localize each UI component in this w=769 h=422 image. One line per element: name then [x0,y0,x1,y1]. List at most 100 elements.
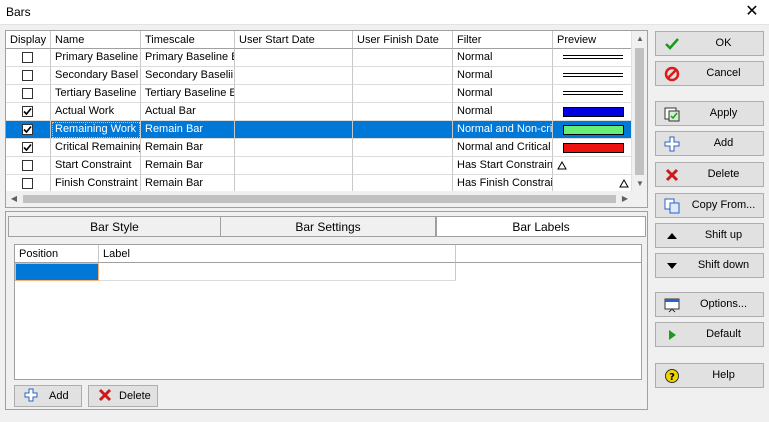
preview-cell[interactable] [553,85,633,103]
user-finish-date-cell[interactable] [353,103,453,121]
table-row[interactable]: Remaining Work Remain Bar Normal and Non-c… [6,121,633,139]
table-row[interactable]: Primary Baseline Primary Baseline B Normal [6,49,633,67]
name-cell[interactable]: Secondary Basel [51,67,141,85]
apply-button[interactable]: Apply [655,101,764,126]
user-finish-date-cell[interactable] [353,85,453,103]
display-checkbox[interactable] [22,142,33,153]
labels-delete-button[interactable]: Delete [88,385,158,407]
display-checkbox[interactable] [22,106,33,117]
bar-labels-grid[interactable]: Position Label [14,244,642,380]
vertical-scroll-thumb[interactable] [635,48,644,175]
table-row[interactable]: Start Constraint Remain Bar Has Start Cons… [6,157,633,175]
tab-bar-labels[interactable]: Bar Labels [436,216,646,237]
filter-cell[interactable]: Normal [453,67,553,85]
scroll-down-icon[interactable]: ▼ [632,176,647,192]
cancel-button[interactable]: Cancel [655,61,764,86]
tab-bar-style[interactable]: Bar Style [8,216,221,237]
name-cell[interactable]: Tertiary Baseline [51,85,141,103]
filter-cell[interactable]: Normal and Critical [453,139,553,157]
labels-add-button[interactable]: Add [14,385,82,407]
add-button[interactable]: Add [655,131,764,156]
preview-cell[interactable] [553,49,633,67]
display-cell[interactable] [6,49,51,67]
column-header-name[interactable]: Name [51,31,141,49]
options-button[interactable]: Options... [655,292,764,317]
delete-button[interactable]: Delete [655,162,764,187]
display-checkbox[interactable] [22,124,33,135]
display-checkbox[interactable] [22,52,33,63]
filter-cell[interactable]: Normal and Non-cri [453,121,553,139]
name-cell[interactable]: Primary Baseline [51,49,141,67]
user-start-date-cell[interactable] [235,157,353,175]
display-cell[interactable] [6,85,51,103]
display-cell[interactable] [6,139,51,157]
horizontal-scrollbar[interactable]: ◀ ▶ [6,191,633,207]
timescale-cell[interactable]: Remain Bar [141,157,235,175]
user-start-date-cell[interactable] [235,139,353,157]
help-button[interactable]: ? Help [655,363,764,388]
column-header-display[interactable]: Display [6,31,51,49]
display-checkbox[interactable] [22,178,33,189]
table-row[interactable]: Secondary Basel Secondary Baselii Normal [6,67,633,85]
table-row[interactable]: Critical Remaining Remain Bar Normal and C… [6,139,633,157]
default-button[interactable]: Default [655,322,764,347]
display-checkbox[interactable] [22,88,33,99]
copy-from-button[interactable]: Copy From... [655,193,764,218]
preview-cell[interactable] [553,103,633,121]
name-cell[interactable]: Remaining Work [51,121,141,139]
timescale-cell[interactable]: Remain Bar [141,139,235,157]
display-cell[interactable] [6,67,51,85]
scroll-left-icon[interactable]: ◀ [6,191,22,207]
user-finish-date-cell[interactable] [353,67,453,85]
preview-cell[interactable] [553,67,633,85]
filter-cell[interactable]: Has Start Constrain [453,157,553,175]
scroll-up-icon[interactable]: ▲ [632,31,647,47]
user-start-date-cell[interactable] [235,103,353,121]
column-header-preview[interactable]: Preview [553,31,633,49]
position-cell[interactable] [15,263,99,281]
vertical-scrollbar[interactable]: ▲ ▼ [631,31,647,192]
display-checkbox[interactable] [22,160,33,171]
filter-cell[interactable]: Normal [453,49,553,67]
preview-cell[interactable] [553,139,633,157]
ok-button[interactable]: OK [655,31,764,56]
label-cell[interactable] [99,263,456,281]
user-start-date-cell[interactable] [235,121,353,139]
column-header-timescale[interactable]: Timescale [141,31,235,49]
user-start-date-cell[interactable] [235,67,353,85]
display-cell[interactable] [6,121,51,139]
user-finish-date-cell[interactable] [353,49,453,67]
timescale-cell[interactable]: Primary Baseline B [141,49,235,67]
table-row[interactable]: Tertiary Baseline Tertiary Baseline B Norm… [6,85,633,103]
user-start-date-cell[interactable] [235,49,353,67]
timescale-cell[interactable]: Secondary Baselii [141,67,235,85]
bars-grid[interactable]: Display Name Timescale User Start Date U… [5,30,648,208]
table-row[interactable]: Actual Work Actual Bar Normal [6,103,633,121]
user-finish-date-cell[interactable] [353,121,453,139]
close-icon[interactable]: ✕ [743,2,761,22]
column-header-user-finish-date[interactable]: User Finish Date [353,31,453,49]
tab-bar-settings[interactable]: Bar Settings [220,216,436,237]
user-finish-date-cell[interactable] [353,157,453,175]
column-header-filter[interactable]: Filter [453,31,553,49]
filter-cell[interactable]: Normal [453,103,553,121]
column-header-label[interactable]: Label [99,245,456,263]
display-cell[interactable] [6,103,51,121]
name-cell[interactable]: Actual Work [51,103,141,121]
column-header-position[interactable]: Position [15,245,99,263]
name-cell[interactable]: Critical Remaining [51,139,141,157]
display-checkbox[interactable] [22,70,33,81]
timescale-cell[interactable]: Remain Bar [141,121,235,139]
user-start-date-cell[interactable] [235,85,353,103]
timescale-cell[interactable]: Actual Bar [141,103,235,121]
display-cell[interactable] [6,157,51,175]
preview-cell[interactable] [553,121,633,139]
filter-cell[interactable]: Normal [453,85,553,103]
user-finish-date-cell[interactable] [353,139,453,157]
name-cell[interactable]: Start Constraint [51,157,141,175]
timescale-cell[interactable]: Tertiary Baseline B [141,85,235,103]
horizontal-scroll-thumb[interactable] [23,195,616,203]
preview-cell[interactable] [553,157,633,175]
column-header-user-start-date[interactable]: User Start Date [235,31,353,49]
shift-down-button[interactable]: Shift down [655,253,764,278]
